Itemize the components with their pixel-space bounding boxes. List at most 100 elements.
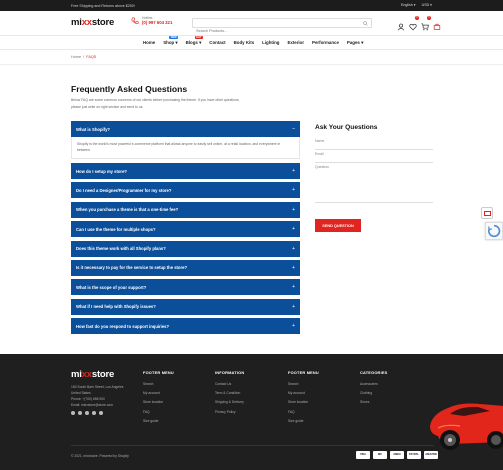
- facebook-icon[interactable]: [71, 411, 75, 415]
- social-links: [71, 411, 103, 415]
- instagram-icon[interactable]: [92, 411, 96, 415]
- sports-car-image: [430, 403, 503, 450]
- faq-question[interactable]: What if I need help with Shopify issues?…: [71, 298, 300, 315]
- faq-intro: Below FAQ are some common concerns of ou…: [71, 98, 240, 109]
- youtube-icon[interactable]: [99, 411, 103, 415]
- footer-link[interactable]: Search: [288, 382, 319, 391]
- ask-title: Ask Your Questions: [315, 124, 378, 131]
- footer-divider: [71, 445, 434, 446]
- footer-column: INFORMATION Contact Us Term & Condition …: [215, 370, 244, 419]
- paypal-icon: PAYPAL: [407, 451, 421, 459]
- send-question-button[interactable]: SEND QUESTION: [315, 219, 361, 232]
- page-title: Frequently Asked Questions: [71, 84, 188, 94]
- faq-question[interactable]: Can I use the theme for multiple shops? +: [71, 221, 300, 238]
- ask-question-form: Ask Your Questions Name Email Question S…: [315, 124, 433, 232]
- wishlist-count: 0: [415, 16, 419, 20]
- plus-icon: +: [292, 284, 295, 291]
- account-button[interactable]: [397, 18, 405, 31]
- footer-link[interactable]: Contact Us: [215, 382, 244, 391]
- breadcrumb-current: FAQS: [86, 55, 97, 59]
- plus-icon: +: [292, 206, 295, 213]
- faq-question[interactable]: What is the scope of your support? +: [71, 279, 300, 296]
- search-input[interactable]: [193, 27, 343, 35]
- plus-icon: +: [292, 323, 295, 330]
- hotline: Hotline (0) 997 604 321: [131, 16, 172, 26]
- faq-answer: Shopify is the world's most powerful e-c…: [71, 137, 300, 159]
- faq-question[interactable]: Is it necessary to pay for the service t…: [71, 259, 300, 276]
- search-box[interactable]: [192, 18, 372, 35]
- footer-logo[interactable]: mixxstore: [71, 369, 114, 380]
- plus-icon: +: [292, 264, 295, 271]
- footer: mixxstore 163 South Barn Street, Los Ang…: [0, 354, 503, 470]
- nav-lighting[interactable]: Lighting: [262, 40, 279, 46]
- footer-link[interactable]: Clothing: [360, 391, 387, 400]
- footer-link[interactable]: Privacy Policy: [215, 410, 244, 419]
- breadcrumb-separator: /: [83, 55, 85, 59]
- payment-methods: VISA MC AMEX PAYPAL AMAZON: [356, 451, 438, 459]
- footer-column: CATEGORIES Accessories Clothing Shoes: [360, 370, 387, 410]
- plus-icon: +: [292, 245, 295, 252]
- footer-link[interactable]: Store location: [288, 400, 319, 409]
- hotline-number[interactable]: (0) 997 604 321: [142, 21, 172, 26]
- footer-link[interactable]: Shipping & Delivery: [215, 400, 244, 409]
- plus-icon: +: [292, 187, 295, 194]
- wishlist-button[interactable]: 0: [409, 16, 419, 31]
- compare-icon: [433, 23, 441, 30]
- nav-body-kits[interactable]: Body Kits: [234, 40, 255, 46]
- faq-accordion: What is Shopify? – Shopify is the world's…: [71, 121, 300, 338]
- footer-link[interactable]: Store location: [143, 400, 174, 409]
- faq-question[interactable]: How do I setup my store? +: [71, 163, 300, 179]
- question-field[interactable]: Question: [315, 163, 433, 203]
- logo[interactable]: mixxstore: [71, 17, 114, 28]
- nav-contact[interactable]: Contact: [209, 40, 225, 46]
- chevron-down-icon: ▾: [199, 40, 202, 45]
- nav-shop[interactable]: Shop ▾ NEW: [163, 36, 179, 46]
- compare-float-button[interactable]: [481, 207, 493, 219]
- footer-link[interactable]: Term & Condition: [215, 391, 244, 400]
- nav-blogs[interactable]: Blogs ▾ HOT: [186, 36, 204, 46]
- faq-question[interactable]: How fast do you respond to support inqui…: [71, 318, 300, 335]
- plus-icon: +: [292, 226, 295, 233]
- faq-question[interactable]: What is Shopify? –: [71, 121, 300, 137]
- nav-performance[interactable]: Performance: [312, 40, 339, 46]
- language-select[interactable]: English ▾: [401, 3, 416, 7]
- new-badge: NEW: [169, 36, 179, 40]
- header: mixxstore Hotline (0) 997 604 321 0 0: [0, 11, 503, 35]
- footer-link[interactable]: Size guide: [143, 419, 174, 428]
- faq-question[interactable]: Does this theme work with all Shopify pl…: [71, 240, 300, 257]
- search-icon[interactable]: [363, 20, 368, 26]
- footer-link[interactable]: Search: [143, 382, 174, 391]
- faq-question[interactable]: When you purchase a theme is that a one-…: [71, 201, 300, 218]
- heart-icon: [409, 23, 417, 31]
- nav-home[interactable]: Home: [143, 40, 155, 46]
- email-field[interactable]: Email: [315, 150, 433, 163]
- twitter-icon[interactable]: [78, 411, 82, 415]
- breadcrumb: Home / FAQS: [0, 50, 503, 65]
- footer-column: FOOTER MENU Search My account Store loca…: [288, 370, 319, 428]
- main-nav: Home Shop ▾ NEW Blogs ▾ HOT Contact Body K…: [0, 35, 503, 50]
- amazon-icon: AMAZON: [424, 451, 438, 459]
- footer-link[interactable]: Size guide: [288, 419, 319, 428]
- breadcrumb-home[interactable]: Home: [71, 55, 81, 59]
- cart-icon: [421, 23, 429, 31]
- name-field[interactable]: Name: [315, 137, 433, 150]
- nav-pages[interactable]: Pages ▾: [347, 40, 363, 46]
- footer-column: FOOTER MENU Search My account Store loca…: [143, 370, 174, 428]
- footer-link[interactable]: My account: [143, 391, 174, 400]
- plus-icon: +: [292, 168, 295, 174]
- recaptcha-icon: [488, 224, 501, 238]
- footer-link[interactable]: Shoes: [360, 400, 387, 409]
- footer-link[interactable]: My account: [288, 391, 319, 400]
- footer-link[interactable]: Accessories: [360, 382, 387, 391]
- top-bar: Free Shipping and Returns above $250! En…: [0, 0, 503, 11]
- currency-select[interactable]: USD ▾: [422, 3, 432, 7]
- compare-button[interactable]: [433, 18, 441, 30]
- recaptcha-badge[interactable]: [485, 222, 503, 240]
- footer-link[interactable]: FAQ: [288, 410, 319, 419]
- faq-question[interactable]: Do I need a Designer/Programmer for my s…: [71, 182, 300, 199]
- pinterest-icon[interactable]: [85, 411, 89, 415]
- footer-link[interactable]: FAQ: [143, 410, 174, 419]
- nav-exterior[interactable]: Exterior: [287, 40, 304, 46]
- footer-address: 163 South Barn Street, Los Angeles Unite…: [71, 385, 124, 407]
- cart-button[interactable]: 0: [421, 16, 431, 31]
